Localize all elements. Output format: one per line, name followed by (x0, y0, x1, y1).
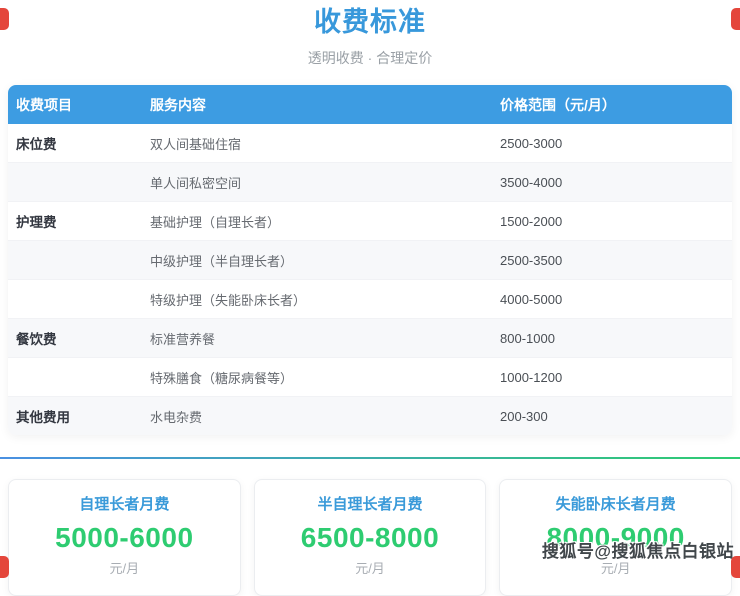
page-title: 收费标准 (0, 0, 740, 36)
table-row: 特级护理（失能卧床长者） 4000-5000 (8, 279, 732, 318)
cell-category: 其他费用 (16, 406, 150, 426)
corner-mark-bottom-left (0, 556, 9, 578)
cell-category: 餐饮费 (16, 328, 150, 348)
card-price: 6500-8000 (255, 523, 486, 553)
card-label: 自理长者月费 (9, 497, 240, 513)
fee-table: 收费项目 服务内容 价格范围（元/月） 床位费 双人间基础住宿 2500-300… (8, 85, 732, 435)
cell-service: 中级护理（半自理长者） (150, 251, 500, 270)
table-row: 中级护理（半自理长者） 2500-3500 (8, 240, 732, 279)
cell-service: 单人间私密空间 (150, 173, 500, 192)
cell-price: 1500-2000 (500, 214, 732, 229)
cell-price: 200-300 (500, 409, 732, 424)
cell-price: 2500-3500 (500, 253, 732, 268)
table-row: 护理费 基础护理（自理长者） 1500-2000 (8, 201, 732, 240)
cell-price: 800-1000 (500, 331, 732, 346)
cell-price: 1000-1200 (500, 370, 732, 385)
table-row: 其他费用 水电杂费 200-300 (8, 396, 732, 435)
card-unit: 元/月 (9, 562, 240, 576)
card-label: 失能卧床长者月费 (500, 497, 731, 513)
cell-service: 基础护理（自理长者） (150, 212, 500, 231)
summary-card: 自理长者月费 5000-6000 元/月 (8, 479, 241, 596)
cell-service: 标准营养餐 (150, 329, 500, 348)
summary-card: 半自理长者月费 6500-8000 元/月 (254, 479, 487, 596)
card-label: 半自理长者月费 (255, 497, 486, 513)
cell-service: 特级护理（失能卧床长者） (150, 290, 500, 309)
corner-mark-bottom-right (731, 556, 740, 578)
table-row: 餐饮费 标准营养餐 800-1000 (8, 318, 732, 357)
table-header-row: 收费项目 服务内容 价格范围（元/月） (8, 85, 732, 124)
card-price: 5000-6000 (9, 523, 240, 553)
corner-mark-top-left (0, 8, 9, 30)
table-row: 特殊膳食（糖尿病餐等） 1000-1200 (8, 357, 732, 396)
card-unit: 元/月 (500, 562, 731, 576)
watermark: 搜狐号@搜狐焦点白银站 (542, 537, 734, 562)
table-row: 床位费 双人间基础住宿 2500-3000 (8, 124, 732, 162)
cell-price: 2500-3000 (500, 136, 732, 151)
header-cell-price: 价格范围（元/月） (500, 95, 732, 115)
cell-service: 水电杂费 (150, 407, 500, 426)
cell-price: 4000-5000 (500, 292, 732, 307)
card-unit: 元/月 (255, 562, 486, 576)
cell-category: 护理费 (16, 211, 150, 231)
cell-service: 双人间基础住宿 (150, 134, 500, 153)
corner-mark-top-right (731, 8, 740, 30)
cell-category: 床位费 (16, 133, 150, 153)
table-body: 床位费 双人间基础住宿 2500-3000 单人间私密空间 3500-4000 … (8, 124, 732, 435)
header-cell-service: 服务内容 (150, 95, 500, 115)
page-subtitle: 透明收费 · 合理定价 (0, 51, 740, 66)
table-row: 单人间私密空间 3500-4000 (8, 162, 732, 201)
cell-price: 3500-4000 (500, 175, 732, 190)
header-cell-category: 收费项目 (16, 95, 150, 115)
cell-service: 特殊膳食（糖尿病餐等） (150, 368, 500, 387)
gradient-divider (0, 457, 740, 459)
